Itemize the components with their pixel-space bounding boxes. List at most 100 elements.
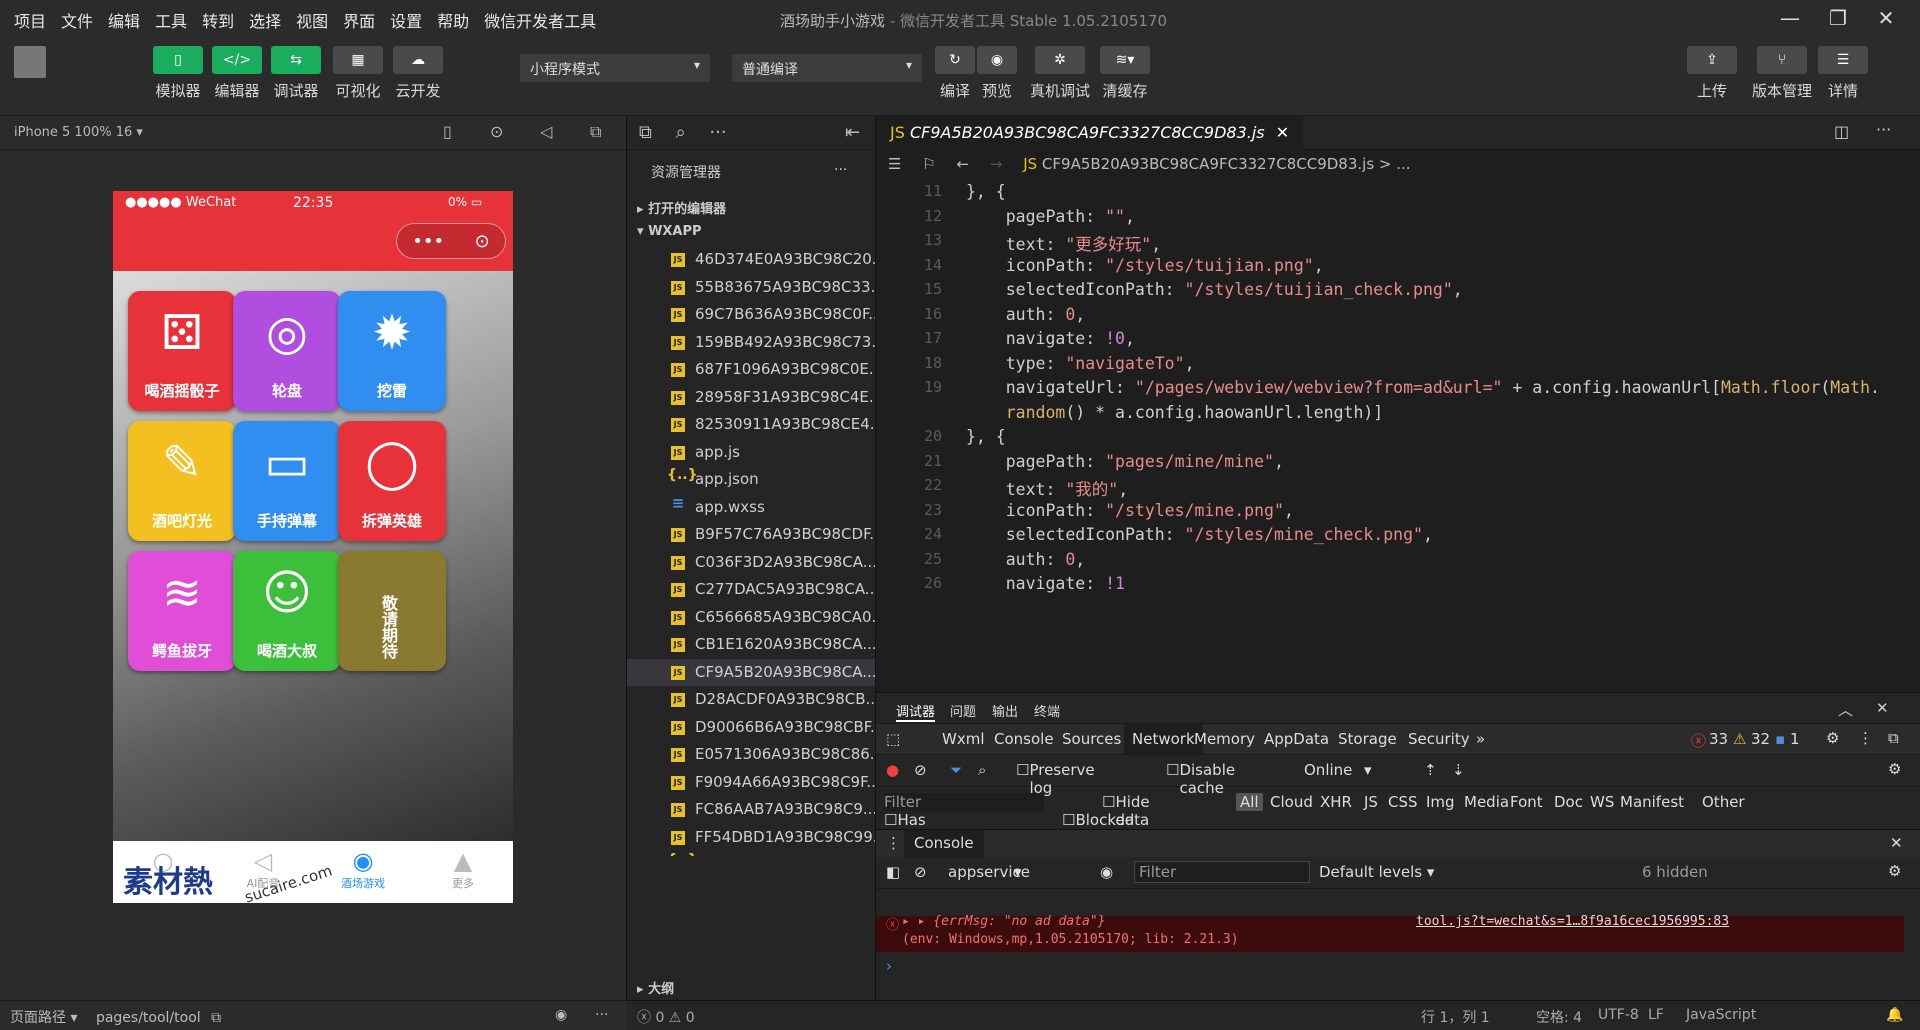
minimize-icon[interactable]: — xyxy=(1766,6,1814,30)
project-section[interactable]: ▾ WXAPP xyxy=(627,220,875,246)
code-line[interactable]: type: "navigateTo", xyxy=(966,354,1195,373)
file-item[interactable]: JS FF54DBD1A93BC98C99... xyxy=(627,824,875,852)
encoding[interactable]: UTF-8 xyxy=(1598,1007,1639,1023)
file-item[interactable]: JS C036F3D2A93BC98CA... xyxy=(627,549,875,577)
gear-icon[interactable]: ⚙ xyxy=(1826,729,1839,747)
code-line[interactable]: iconPath: "/styles/tuijian.png", xyxy=(966,256,1324,275)
compile-button[interactable]: ↻ 编译 xyxy=(935,46,975,101)
eye-icon[interactable]: ◉ xyxy=(555,1007,567,1023)
editor-tab[interactable]: JS CF9A5B20A93BC98CA9FC3327C8CC9D83.js ✕ xyxy=(876,116,1304,150)
clear-icon[interactable]: ⊘ xyxy=(914,863,927,881)
prompt-icon[interactable]: › xyxy=(886,957,892,975)
split-icon[interactable]: ◫ xyxy=(1834,122,1849,141)
type-filter[interactable]: WS xyxy=(1590,793,1614,811)
panel-tab[interactable]: Storage xyxy=(1338,730,1397,748)
type-filter[interactable]: Media xyxy=(1464,793,1509,811)
type-filter[interactable]: CSS xyxy=(1388,793,1418,811)
menu-item[interactable]: 工具 xyxy=(155,8,187,32)
disable-cache-checkbox[interactable]: ☐ Disable cache xyxy=(1166,761,1235,797)
preserve-log-checkbox[interactable]: ☐ Preserve log xyxy=(1016,761,1095,797)
console-tab[interactable]: Console xyxy=(904,830,984,858)
phone-icon[interactable]: ▯ xyxy=(443,122,452,141)
eye-icon[interactable]: ◉ xyxy=(1100,863,1113,881)
language-mode[interactable]: JavaScript xyxy=(1686,1007,1756,1023)
file-item[interactable]: JS C277DAC5A93BC98CA... xyxy=(627,576,875,604)
file-item[interactable]: JS 687F1096A93BC98C0E... xyxy=(627,356,875,384)
sidebar-icon[interactable]: ◧ xyxy=(886,863,900,881)
code-line[interactable]: pagePath: "", xyxy=(966,207,1135,226)
menu-item[interactable]: 界面 xyxy=(343,8,375,32)
more-icon[interactable]: ⋮ xyxy=(1858,729,1873,747)
more-icon[interactable]: ··· xyxy=(1876,120,1891,139)
search-icon[interactable]: ⌕ xyxy=(978,761,986,779)
more-icon[interactable]: ••• xyxy=(412,231,444,252)
close-icon[interactable]: ✕ xyxy=(1890,834,1903,852)
type-filter[interactable]: All xyxy=(1236,793,1263,811)
clear-icon[interactable]: ⊘ xyxy=(914,761,927,779)
game-tile[interactable]: ✹ 挖雷 xyxy=(338,291,446,411)
export-icon[interactable]: ⇣ xyxy=(1452,761,1465,779)
panel-tab[interactable]: Network xyxy=(1124,724,1203,755)
type-filter[interactable]: Font xyxy=(1510,793,1543,811)
panel-tab[interactable]: Console xyxy=(994,730,1054,748)
game-tile[interactable]: ⚄ 喝酒摇骰子 xyxy=(128,291,236,411)
cursor-position[interactable]: 行 1，列 1 xyxy=(1421,1007,1490,1027)
code-line[interactable]: text: "更多好玩", xyxy=(966,231,1161,255)
file-item[interactable]: {..} app.json xyxy=(627,466,875,494)
game-tile[interactable]: ◎ 轮盘 xyxy=(233,291,341,411)
file-item[interactable]: {..}project.config.json xyxy=(627,851,875,856)
menu-item[interactable]: 帮助 xyxy=(437,8,469,32)
file-item[interactable]: JS 46D374E0A93BC98C20... xyxy=(627,246,875,274)
filter-input[interactable]: Filter xyxy=(884,793,1044,811)
more-icon[interactable]: ⋮ xyxy=(886,834,901,852)
menu-item[interactable]: 选择 xyxy=(249,8,281,32)
more-icon[interactable]: ··· xyxy=(834,162,847,178)
code-line[interactable]: auth: 0, xyxy=(966,550,1085,569)
code-line[interactable]: navigateUrl: "/pages/webview/webview?fro… xyxy=(966,378,1880,397)
code-line[interactable]: navigate: !0, xyxy=(966,329,1135,348)
file-item[interactable]: JS F9094A66A93BC98C9F... xyxy=(627,769,875,797)
bookmark-icon[interactable]: ⚐ xyxy=(922,155,935,173)
menu-item[interactable]: 设置 xyxy=(390,8,422,32)
capsule-menu[interactable]: ••• ⊙ xyxy=(396,223,506,259)
hide-data-urls-checkbox[interactable]: ☐ Hide data URLs xyxy=(1102,793,1153,847)
file-item[interactable]: JS C6566685A93BC98CA0... xyxy=(627,604,875,632)
line-ending[interactable]: LF xyxy=(1648,1007,1664,1023)
upload-button[interactable]: ⇪ 上传 xyxy=(1687,46,1737,101)
popout-icon[interactable]: ⧉ xyxy=(590,122,601,142)
version-button[interactable]: ⑂ 版本管理 xyxy=(1752,46,1812,101)
file-item[interactable]: ≡ app.wxss xyxy=(627,494,875,522)
error-source-link[interactable]: tool.js?t=wechat&s=1…8f9a16cec1956995:83 xyxy=(1416,914,1729,929)
bell-icon[interactable]: 🔔 xyxy=(1886,1007,1903,1023)
clear-cache-button[interactable]: ≋▾ 清缓存 xyxy=(1100,46,1150,101)
compile-select[interactable]: 普通编译 xyxy=(732,54,922,82)
outline-section[interactable]: ▸ 大纲 xyxy=(627,974,684,1000)
panel-tab[interactable]: Memory xyxy=(1194,730,1255,748)
code-line[interactable]: pagePath: "pages/mine/mine", xyxy=(966,452,1284,471)
import-icon[interactable]: ⇡ xyxy=(1424,761,1437,779)
panel-tab[interactable]: Security xyxy=(1408,730,1470,748)
page-path-label[interactable]: 页面路径 ▾ xyxy=(10,1010,77,1026)
game-tile[interactable]: ☺ 喝酒大叔 xyxy=(233,551,341,671)
indent-setting[interactable]: 空格: 4 xyxy=(1536,1007,1582,1027)
open-editors-section[interactable]: ▸ 打开的编辑器 xyxy=(627,194,875,220)
menu-item[interactable]: 编辑 xyxy=(108,8,140,32)
devtools-top-tab[interactable]: 输出 xyxy=(992,701,1018,720)
type-filter[interactable]: Other xyxy=(1702,793,1745,811)
devtools-top-tab[interactable]: 问题 xyxy=(950,701,976,720)
game-tile[interactable]: ≋ 鳄鱼拔牙 xyxy=(128,551,236,671)
file-item[interactable]: JS 159BB492A93BC98C73... xyxy=(627,329,875,357)
preview-button[interactable]: ◉ 预览 xyxy=(977,46,1017,101)
device-select[interactable]: iPhone 5 100% 16 ▾ xyxy=(14,125,143,140)
chevron-up-icon[interactable]: ︿ xyxy=(1838,699,1853,720)
file-item[interactable]: JS app.js xyxy=(627,439,875,467)
debugger-button[interactable]: ⇆ 调试器 xyxy=(271,46,321,101)
type-filter[interactable]: Doc xyxy=(1554,793,1583,811)
mode-select[interactable]: 小程序模式 xyxy=(520,54,710,82)
blocked-requests-checkbox[interactable]: ☐ Blocked Requests xyxy=(1062,813,1134,829)
code-line[interactable]: selectedIconPath: "/styles/tuijian_check… xyxy=(966,280,1463,299)
type-filter[interactable]: Img xyxy=(1426,793,1455,811)
files-icon[interactable]: ⧉ xyxy=(639,122,652,143)
code-line[interactable]: auth: 0, xyxy=(966,305,1085,324)
tab-item[interactable]: ▲ 更多 xyxy=(413,841,513,903)
